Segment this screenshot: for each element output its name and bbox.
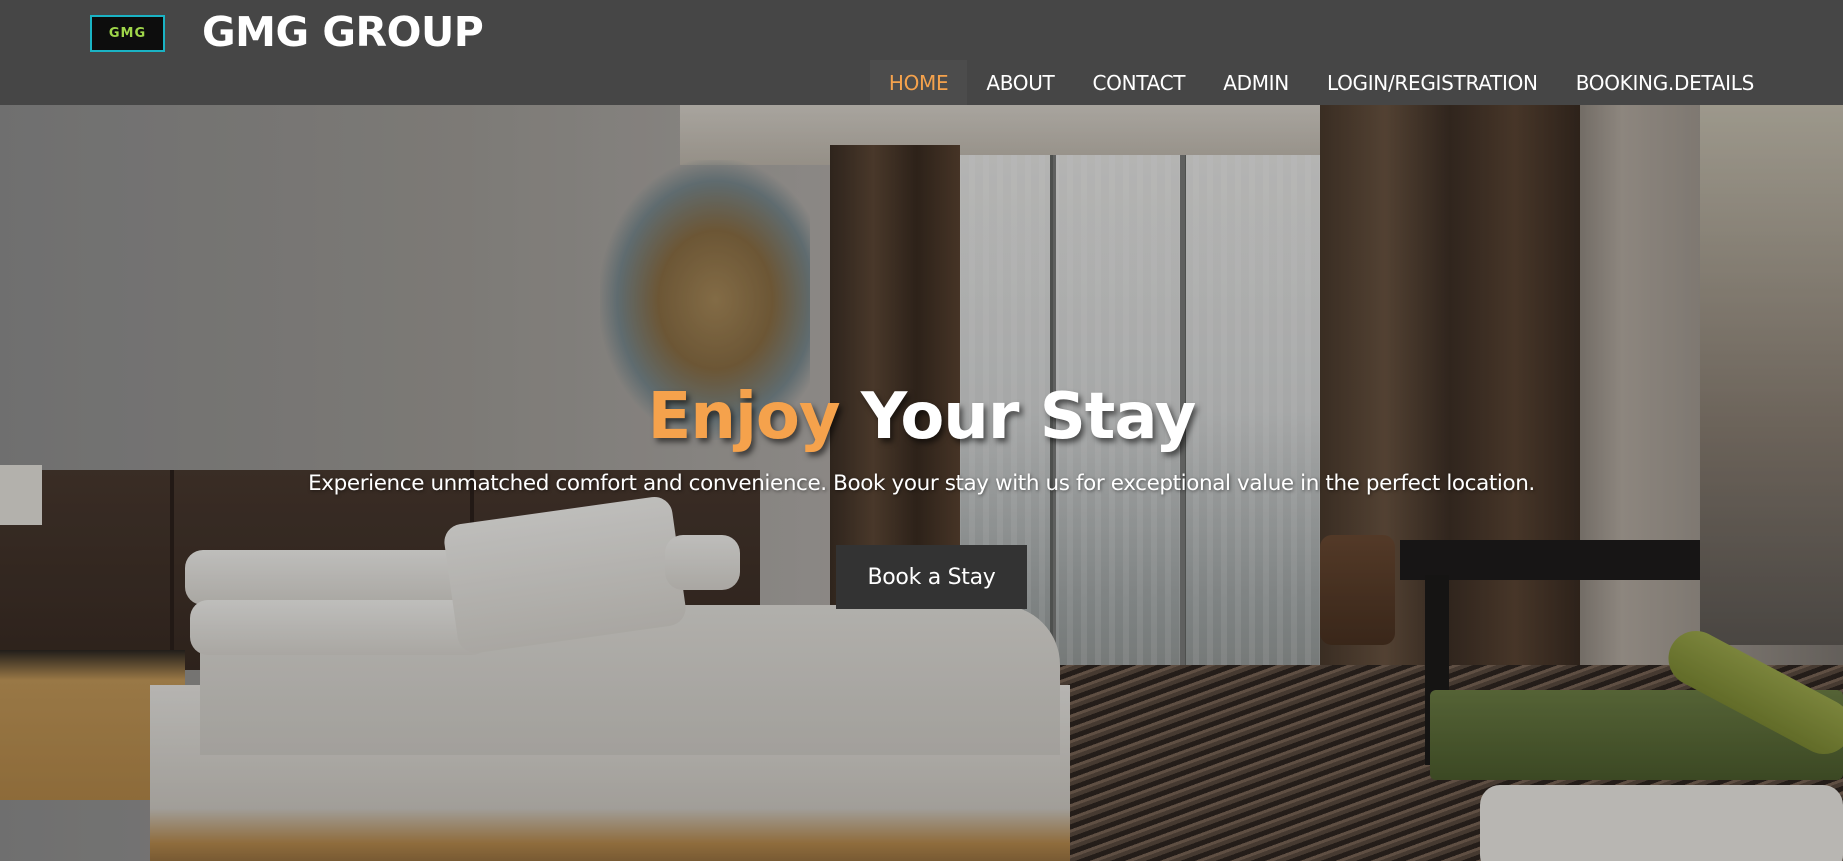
hero-section: Enjoy Your Stay Experience unmatched com… <box>0 105 1843 861</box>
hero-subtitle: Experience unmatched comfort and conveni… <box>308 471 1535 496</box>
nav-about[interactable]: ABOUT <box>967 60 1073 105</box>
nav-home[interactable]: HOME <box>869 60 968 105</box>
nav-booking-details[interactable]: BOOKING.DETAILS <box>1557 60 1773 105</box>
hero-title-accent: Enjoy <box>647 380 841 454</box>
nav-login-registration[interactable]: LOGIN/REGISTRATION <box>1308 60 1557 105</box>
logo[interactable]: GMG <box>90 15 165 52</box>
book-a-stay-button[interactable]: Book a Stay <box>836 545 1027 609</box>
site-header: GMG GMG GROUP HOME ABOUT CONTACT ADMIN L… <box>0 0 1843 105</box>
hero-title-rest: Your Stay <box>860 380 1196 454</box>
logo-text: GMG <box>108 26 147 41</box>
main-nav: HOME ABOUT CONTACT ADMIN LOGIN/REGISTRAT… <box>869 60 1773 105</box>
nav-contact[interactable]: CONTACT <box>1073 60 1204 105</box>
brand-name: GMG GROUP <box>202 8 484 56</box>
hero-title: Enjoy Your Stay <box>0 380 1843 454</box>
nav-admin[interactable]: ADMIN <box>1204 60 1308 105</box>
